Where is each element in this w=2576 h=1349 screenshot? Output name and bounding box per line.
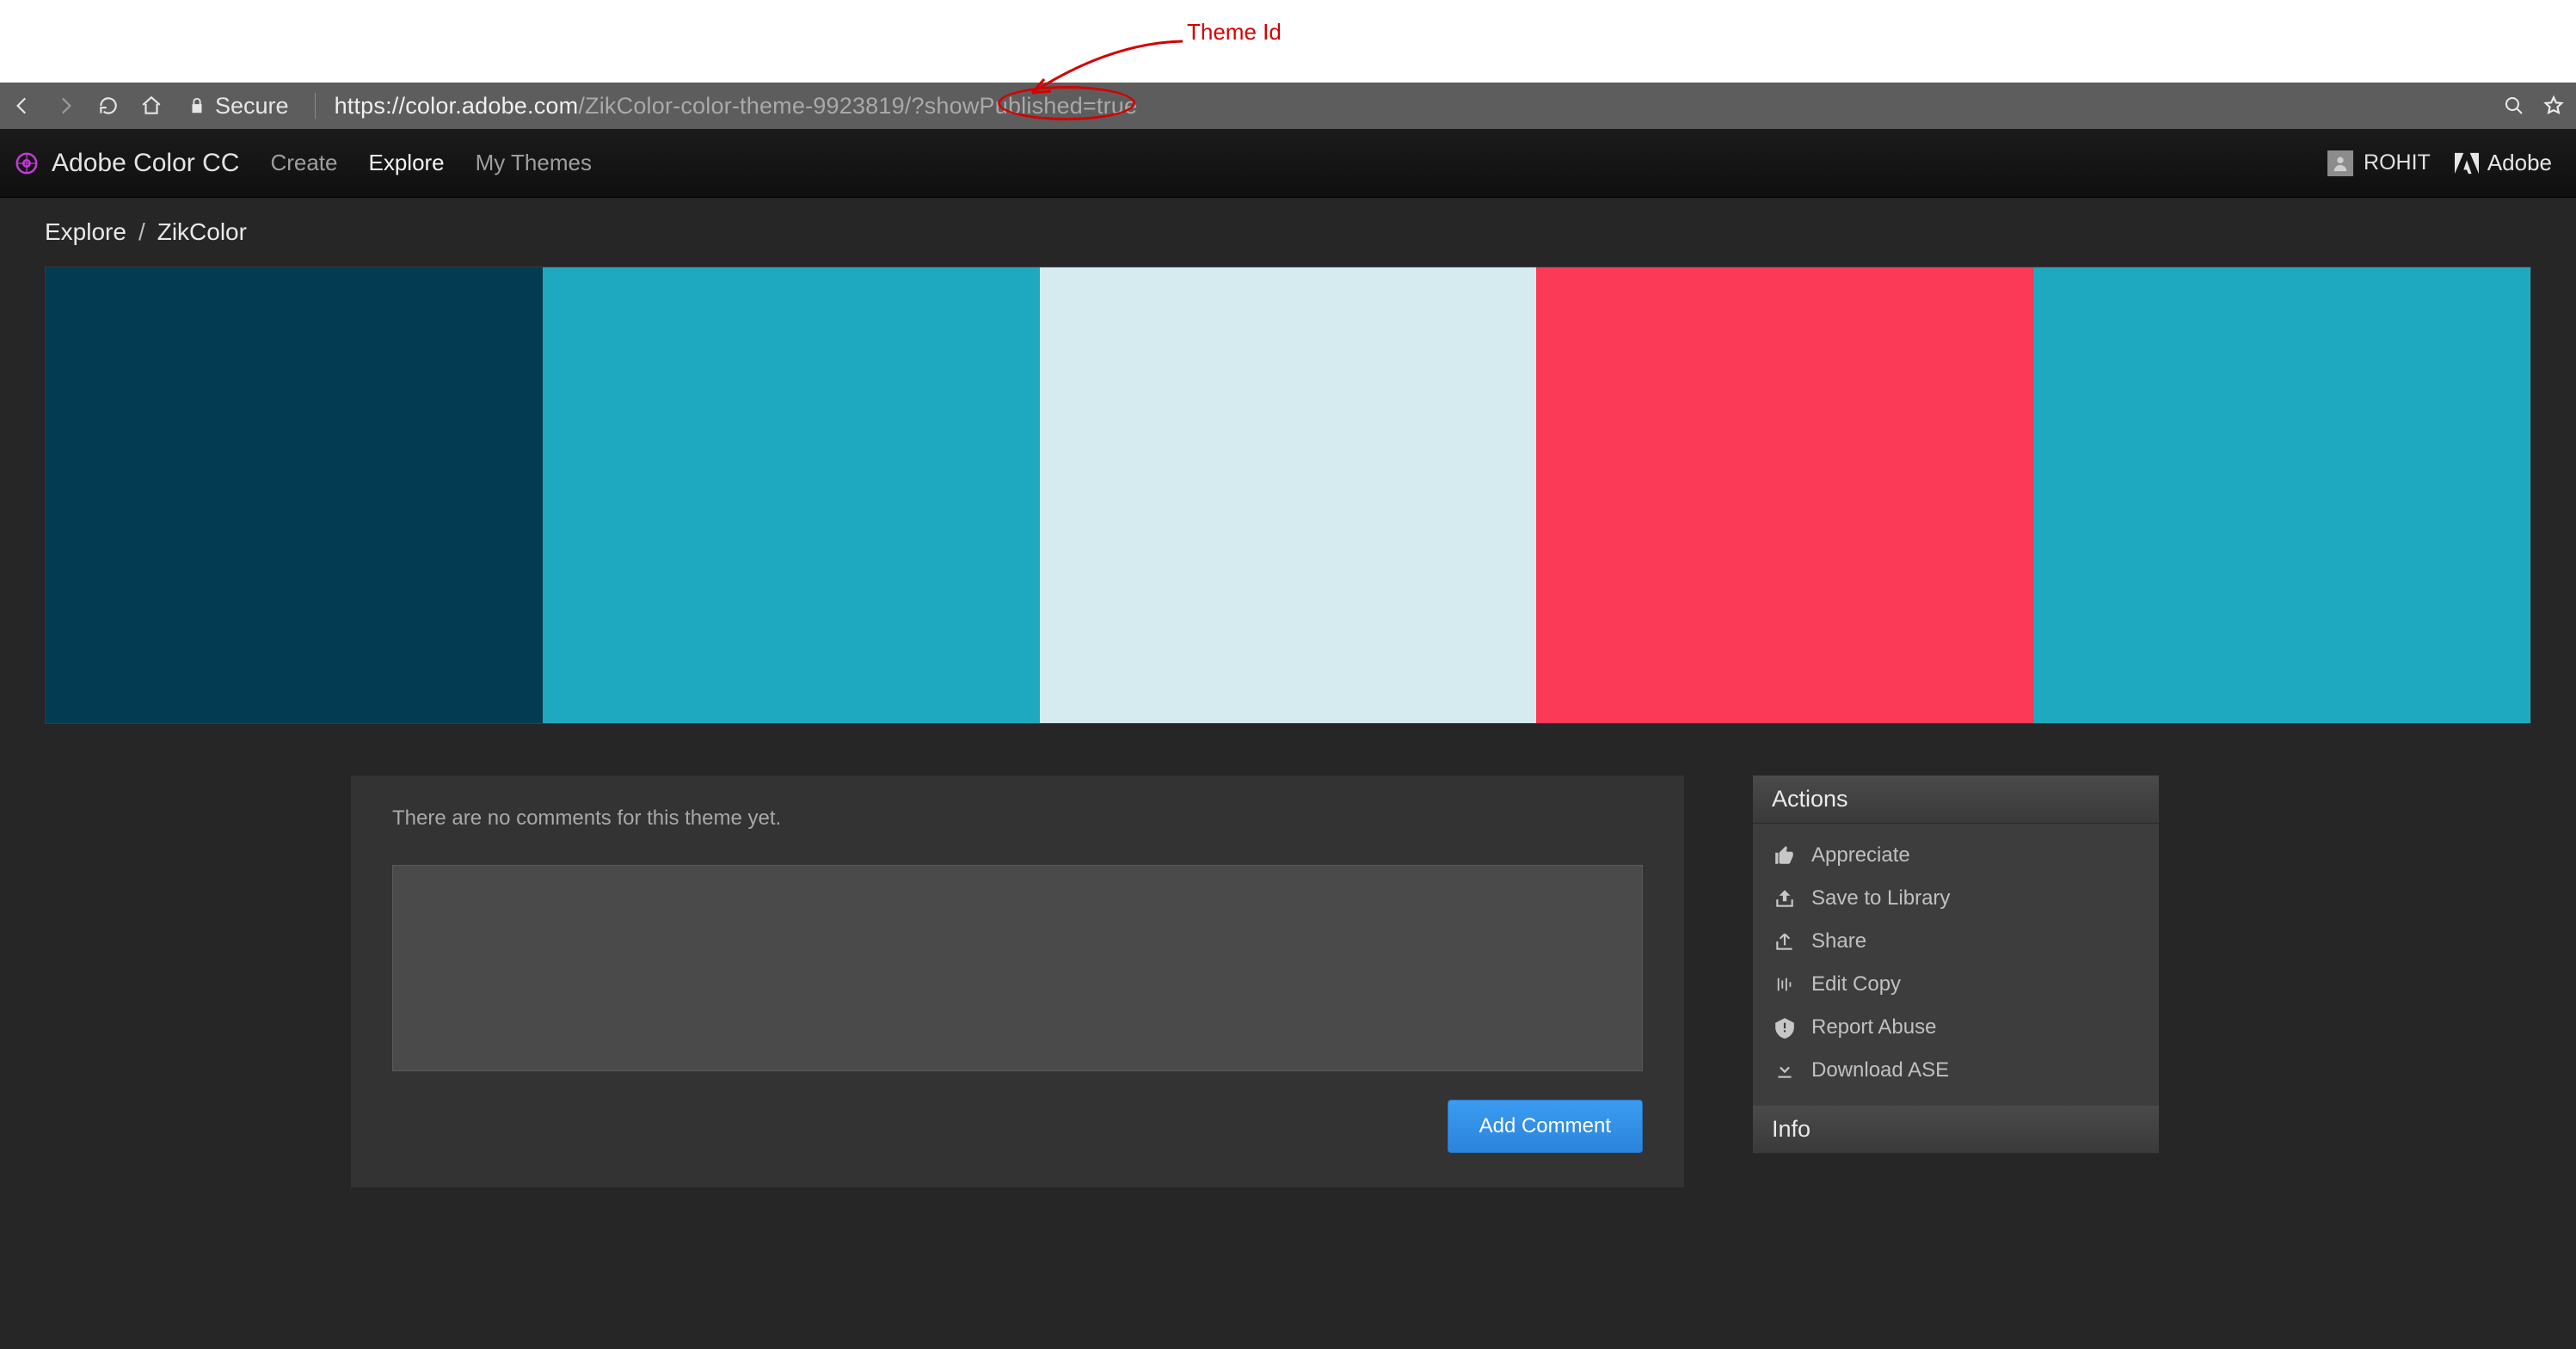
info-heading: Info (1753, 1106, 2159, 1154)
adobe-logo-icon (2455, 152, 2479, 175)
report-icon (1772, 1015, 1798, 1040)
app-navbar: Adobe Color CC Create Explore My Themes … (0, 129, 2576, 198)
url-path-post: /?showPublished=true (905, 93, 1137, 119)
nav-tab-explore[interactable]: Explore (368, 150, 444, 176)
thumbs-up-icon (1772, 843, 1798, 868)
action-save-library[interactable]: Save to Library (1772, 886, 2140, 911)
action-download-ase[interactable]: Download ASE (1772, 1058, 2140, 1083)
avatar-icon (2327, 150, 2353, 176)
share-icon (1772, 929, 1798, 954)
annotation-area: Theme Id (0, 0, 2576, 83)
browser-toolbar: Secure https://color.adobe.com/ZikColor-… (0, 83, 2576, 129)
back-icon[interactable] (10, 94, 34, 118)
add-comment-button[interactable]: Add Comment (1448, 1100, 1643, 1153)
swatch-1[interactable] (543, 267, 1040, 723)
no-comments-text: There are no comments for this theme yet… (392, 806, 1643, 831)
action-label: Save to Library (1811, 886, 1950, 911)
url-path-pre: /ZikColor-color-theme- (578, 93, 813, 119)
swatch-2[interactable] (1040, 267, 1537, 723)
swatch-3[interactable] (1536, 267, 2033, 723)
breadcrumb-separator: / (138, 218, 145, 246)
bookmark-star-icon[interactable] (2542, 94, 2566, 118)
lock-icon (188, 96, 206, 115)
page-content: Explore / ZikColor There are no comments… (0, 198, 2576, 1349)
reload-icon[interactable] (96, 94, 120, 118)
url-theme-id: 9923819 (813, 93, 905, 119)
nav-tab-mythemes[interactable]: My Themes (476, 150, 592, 176)
download-icon (1772, 1058, 1798, 1083)
action-label: Share (1811, 929, 1866, 953)
actions-panel: Actions Appreciate Save to Library Share (1753, 776, 2159, 1106)
adobe-link[interactable]: Adobe (2455, 150, 2552, 176)
actions-heading: Actions (1753, 776, 2159, 824)
app-logo[interactable]: Adobe Color CC (14, 149, 239, 178)
forward-icon[interactable] (53, 94, 77, 118)
secure-indicator[interactable]: Secure (188, 93, 289, 120)
adobe-label: Adobe (2487, 150, 2552, 176)
breadcrumb-root[interactable]: Explore (45, 218, 126, 246)
secure-label: Secure (215, 93, 289, 120)
edit-copy-icon (1772, 972, 1798, 997)
zoom-icon[interactable] (2502, 94, 2526, 118)
color-palette (45, 267, 2531, 724)
action-label: Download ASE (1811, 1058, 1949, 1082)
user-menu[interactable]: ROHIT (2327, 150, 2431, 176)
nav-tab-create[interactable]: Create (270, 150, 337, 176)
comments-panel: There are no comments for this theme yet… (351, 776, 1684, 1187)
annotation-label: Theme Id (1187, 19, 1282, 46)
url-host: https://color.adobe.com (335, 93, 579, 119)
action-label: Appreciate (1811, 843, 1910, 868)
save-library-icon (1772, 886, 1798, 911)
breadcrumb-current: ZikColor (157, 218, 247, 246)
action-share[interactable]: Share (1772, 929, 2140, 954)
color-wheel-icon (14, 150, 40, 176)
swatch-4[interactable] (2033, 267, 2530, 723)
swatch-0[interactable] (46, 267, 543, 723)
action-label: Report Abuse (1811, 1015, 1936, 1039)
action-appreciate[interactable]: Appreciate (1772, 843, 2140, 868)
action-label: Edit Copy (1811, 972, 1901, 996)
separator (315, 93, 316, 119)
home-icon[interactable] (139, 94, 163, 118)
app-title: Adobe Color CC (52, 149, 239, 178)
comment-input[interactable] (392, 865, 1643, 1071)
user-name: ROHIT (2364, 150, 2431, 175)
action-edit-copy[interactable]: Edit Copy (1772, 972, 2140, 997)
address-bar[interactable]: https://color.adobe.com/ZikColor-color-t… (335, 93, 1138, 120)
action-report-abuse[interactable]: Report Abuse (1772, 1015, 2140, 1040)
breadcrumb: Explore / ZikColor (45, 218, 2531, 246)
info-panel: Info (1753, 1106, 2159, 1154)
